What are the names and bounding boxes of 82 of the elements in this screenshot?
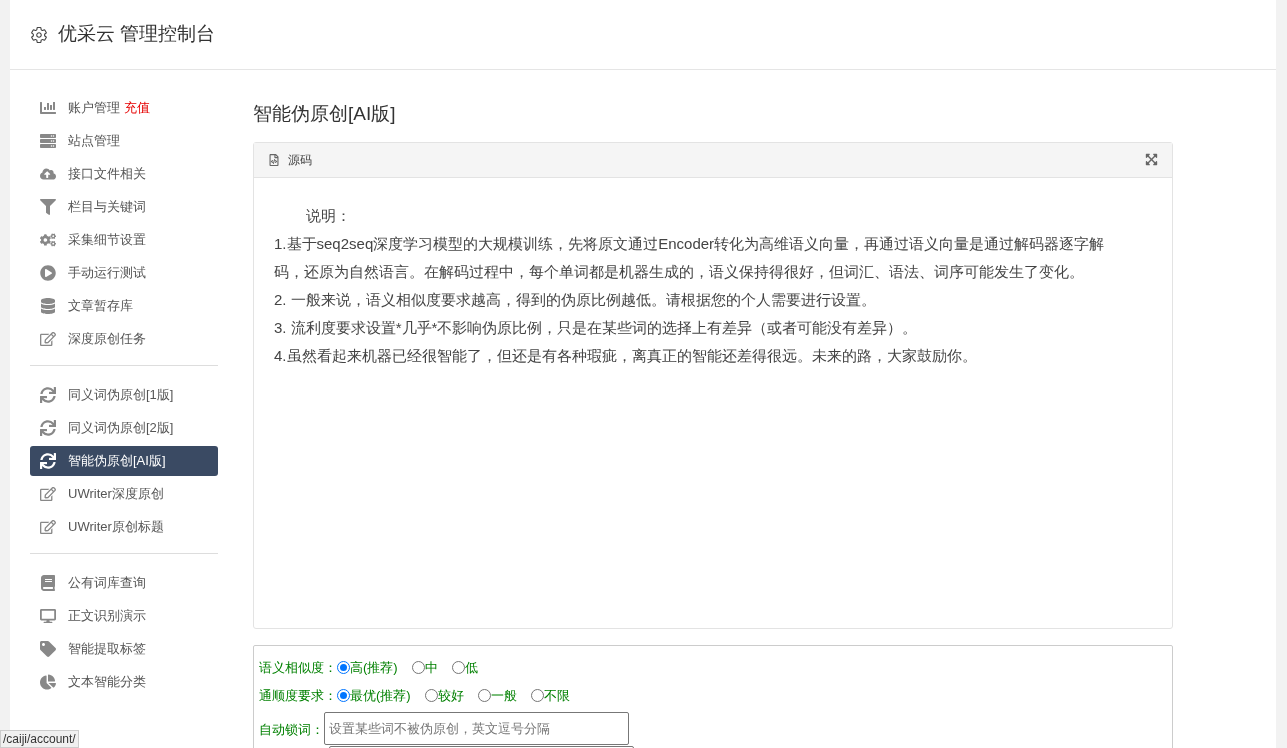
radio-option[interactable]: 一般 (477, 685, 517, 706)
radio-button[interactable] (411, 661, 425, 674)
file-code-icon (268, 153, 280, 166)
radio-option[interactable]: 高(推荐) (337, 657, 398, 678)
sidebar-label: 栏目与关键词 (68, 198, 146, 217)
refresh-icon (40, 453, 56, 469)
sidebar-item[interactable]: 文章暂存库 (30, 291, 218, 321)
sidebar-label: 同义词伪原创[1版] (68, 386, 174, 405)
description-text: 2. 一般来说，语义相似度要求越高，得到的伪原比例越低。请根据您的个人需要进行设置。 (274, 289, 877, 310)
radio-option[interactable]: 低 (451, 657, 478, 678)
sidebar-label: 手动运行测试 (68, 264, 146, 283)
radio-option[interactable]: 不限 (530, 685, 570, 706)
sidebar-label: 文本智能分类 (68, 673, 146, 692)
app-title: 优采云 管理控制台 (58, 22, 216, 47)
description-text: 3. 流利度要求设置*几乎*不影响伪原比例，只是在某些词的选择上有差异（或者可能没有差异）。 (274, 317, 919, 338)
bar-chart-icon (40, 100, 56, 116)
sidebar-label: 接口文件相关 (68, 165, 146, 184)
sidebar-label: 公有词库查询 (68, 574, 146, 593)
play-icon (40, 265, 56, 281)
server-icon (40, 133, 56, 149)
radio-option[interactable]: 中 (411, 657, 438, 678)
sidebar-item[interactable]: 智能提取标签 (30, 634, 218, 664)
status-url: /caiji/account/ (0, 730, 79, 748)
edit-icon (40, 331, 56, 347)
sidebar-item[interactable]: 账户管理 充值 (30, 93, 218, 123)
sidebar-label: 站点管理 (68, 132, 120, 151)
radio-button[interactable] (451, 661, 465, 674)
sidebar-label: 采集细节设置 (68, 231, 146, 250)
sidebar-item[interactable]: 正文识别演示 (30, 601, 218, 631)
sidebar-label: UWriter原创标题 (68, 518, 164, 537)
recharge-link[interactable]: 充值 (124, 98, 150, 118)
settings-icon (30, 25, 48, 44)
sidebar-item[interactable]: 采集细节设置 (30, 225, 218, 255)
sidebar-item[interactable]: 同义词伪原创[2版] (30, 413, 218, 443)
refresh-icon (40, 387, 56, 403)
sidebar-label: 同义词伪原创[2版] (68, 419, 174, 438)
radio-option[interactable]: 最优(推荐) (337, 685, 411, 706)
radio-button[interactable] (530, 689, 544, 702)
radio-button[interactable] (337, 661, 350, 674)
description-text: 4.虽然看起来机器已经很智能了，但还是有各种瑕疵，离真正的智能还差得很远。未来的路，大家鼓励你。 (274, 345, 978, 366)
sidebar-label: 账户管理 (68, 99, 120, 118)
description-text: 说明： (305, 205, 352, 226)
option-label: 语义相似度： (259, 658, 337, 677)
book-icon (40, 575, 56, 591)
pie-chart-icon (40, 674, 56, 690)
sidebar-label: 智能伪原创[AI版] (68, 452, 166, 471)
monitor-icon (40, 608, 56, 624)
option-label: 自动锁词： (259, 720, 324, 739)
radio-button[interactable] (424, 689, 438, 702)
sidebar-label: 智能提取标签 (68, 640, 146, 659)
sidebar-item[interactable]: 公有词库查询 (30, 568, 218, 598)
sidebar-item[interactable]: 智能伪原创[AI版] (30, 446, 218, 476)
source-tab[interactable]: 源码 (288, 150, 312, 169)
sidebar-label: 文章暂存库 (68, 297, 133, 316)
sidebar-item[interactable]: 文本智能分类 (30, 667, 218, 697)
refresh-icon (40, 420, 56, 436)
page-title: 智能伪原创[AI版] (253, 102, 397, 126)
sidebar-label: 深度原创任务 (68, 330, 146, 349)
radio-option[interactable]: 较好 (424, 685, 464, 706)
sidebar-item[interactable]: 接口文件相关 (30, 159, 218, 189)
gears-icon (40, 232, 56, 248)
sidebar-item[interactable]: UWriter深度原创 (30, 479, 218, 509)
cloud-upload-icon (40, 166, 56, 182)
tag-icon (40, 641, 56, 657)
sidebar-label: 正文识别演示 (68, 607, 146, 626)
description-text: 1.基于seq2seq深度学习模型的大规模训练，先将原文通过Encoder转化为高维语义向量，再通过语义向量是通过解码器逐字解码，还原为自然语言。在解码过程中，每个单词都是机器生成的，语义保持得很好，但词汇、语法、词序可能发生了变化。 (274, 233, 1106, 282)
database-icon (40, 298, 56, 314)
sidebar-item[interactable]: 同义词伪原创[1版] (30, 380, 218, 410)
radio-button[interactable] (477, 689, 491, 702)
option-label: 通顺度要求： (259, 686, 337, 705)
filter-icon (40, 199, 56, 215)
sidebar-item[interactable]: 栏目与关键词 (30, 192, 218, 222)
sidebar-item[interactable]: 手动运行测试 (30, 258, 218, 288)
fullscreen-icon[interactable] (1145, 153, 1158, 166)
sidebar-item[interactable]: 站点管理 (30, 126, 218, 156)
radio-button[interactable] (337, 689, 350, 702)
sidebar-item[interactable]: 深度原创任务 (30, 324, 218, 354)
sidebar-label: UWriter深度原创 (68, 485, 164, 504)
lock-words-field[interactable]: 设置某些词不被伪原创，英文逗号分隔 (324, 711, 629, 745)
edit-icon (40, 519, 56, 535)
edit-icon (40, 486, 56, 502)
sidebar-item[interactable]: UWriter原创标题 (30, 512, 218, 542)
